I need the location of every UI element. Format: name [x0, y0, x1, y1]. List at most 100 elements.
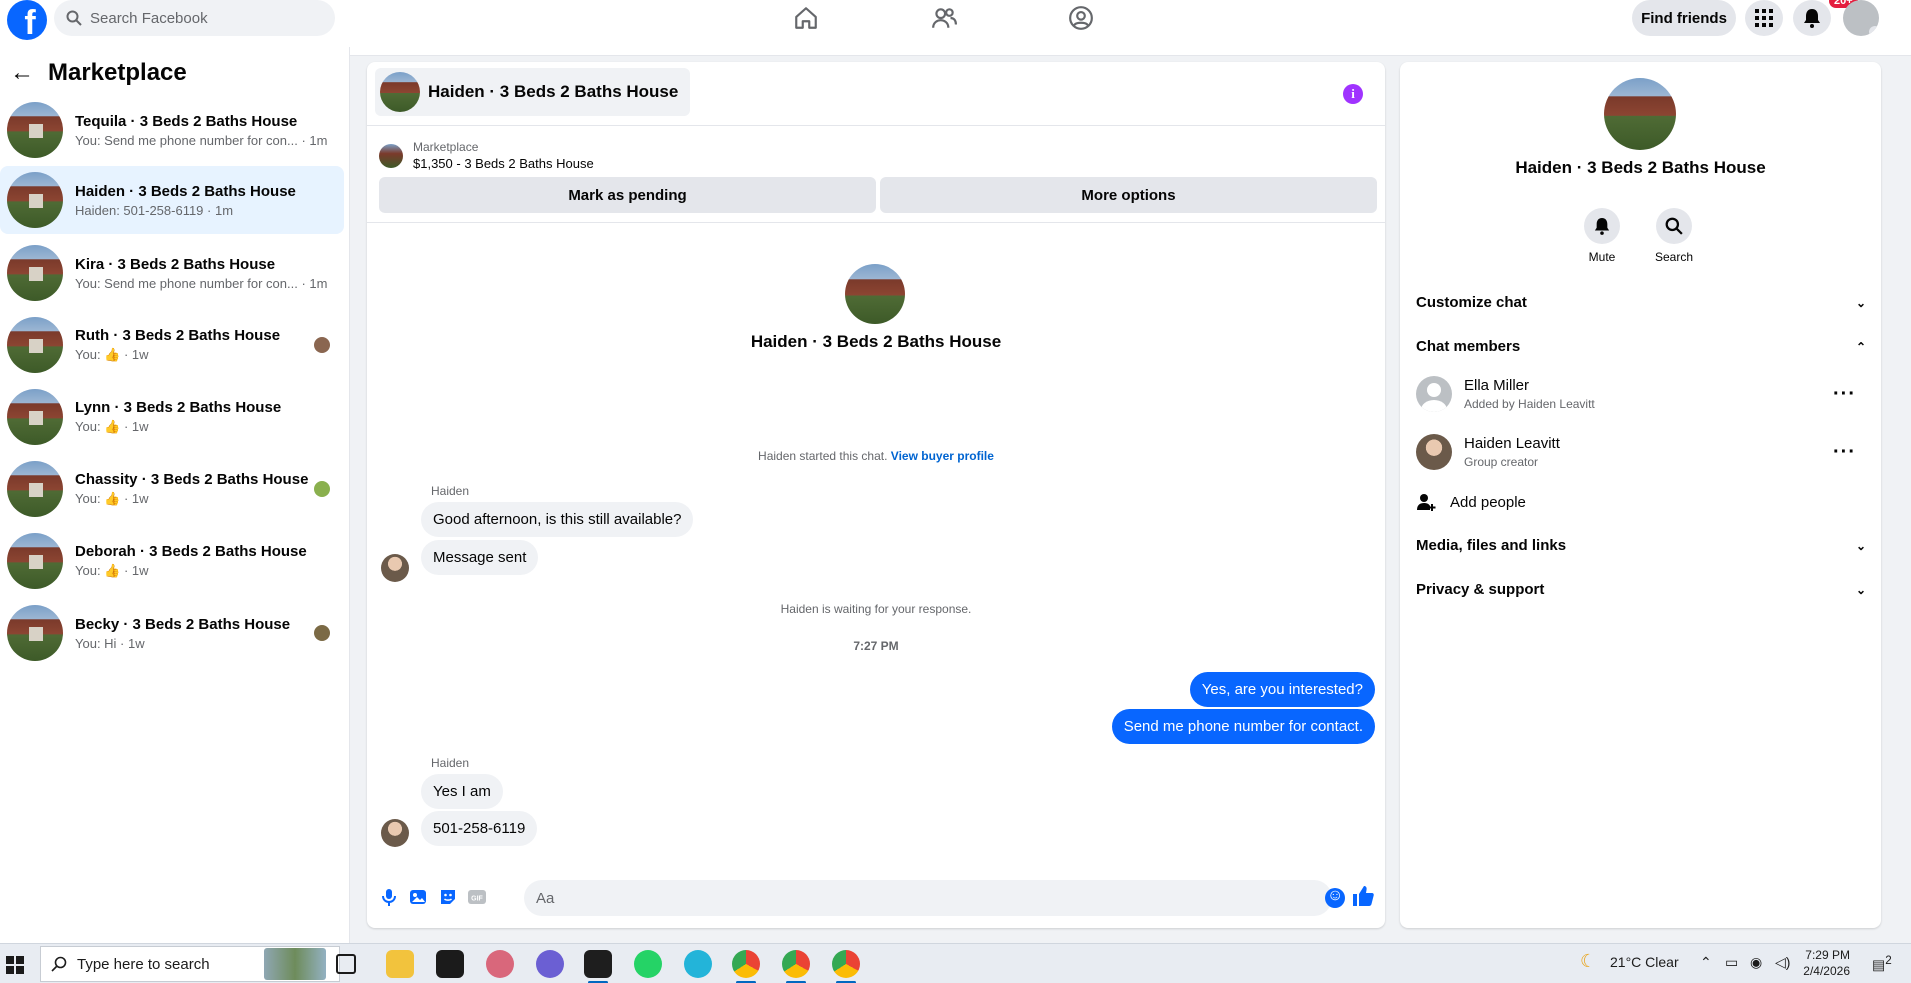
view-buyer-profile-link[interactable]: View buyer profile [891, 449, 994, 463]
listing-thumbnail [7, 533, 63, 589]
conversation-item[interactable]: Ruth · 3 Beds 2 Baths House You: 👍 · 1w [0, 311, 344, 379]
add-people-row[interactable]: Add people [1416, 492, 1866, 512]
menu-grid-icon[interactable] [1745, 0, 1783, 36]
chevron-down-icon: ⌄ [1855, 582, 1866, 597]
search-input[interactable]: Search Facebook [54, 0, 335, 36]
more-options-button[interactable]: More options [880, 177, 1377, 213]
thumbs-up-icon[interactable] [1351, 884, 1375, 908]
customize-chat-row[interactable]: Customize chat ⌄ [1416, 294, 1866, 311]
member-avatar [1416, 434, 1452, 470]
mute-button[interactable]: Mute [1572, 208, 1632, 264]
conversation-item-active[interactable]: Haiden · 3 Beds 2 Baths House Haiden: 501… [0, 166, 344, 234]
network-icon[interactable]: ▭ [1725, 954, 1738, 971]
search-icon [51, 956, 67, 972]
chat-header-thumbnail [380, 72, 420, 112]
more-options-icon[interactable]: ··· [1833, 441, 1856, 464]
conversation-name: Becky · 3 Beds 2 Baths House [75, 615, 291, 633]
sender-avatar[interactable] [381, 554, 409, 582]
conversation-item[interactable]: Tequila · 3 Beds 2 Baths House You: Send … [0, 96, 344, 164]
listing-label: Marketplace [413, 140, 479, 154]
notifications-bell-icon[interactable] [1793, 0, 1831, 36]
chevron-down-icon: ⌄ [1855, 538, 1866, 553]
member-item[interactable]: Haiden Leavitt Group creator ··· [1416, 434, 1866, 470]
chat-panel: Haiden · 3 Beds 2 Baths House i Marketpl… [367, 62, 1461, 928]
incoming-message[interactable]: Yes I am [421, 774, 503, 809]
conversation-item[interactable]: Kira · 3 Beds 2 Baths House You: Send me … [0, 239, 344, 307]
listing-thumbnail [7, 245, 63, 301]
facebook-logo[interactable]: f [7, 0, 47, 40]
conversation-name: Lynn · 3 Beds 2 Baths House [75, 399, 282, 416]
emoji-icon[interactable] [1325, 887, 1345, 908]
microphone-icon[interactable] [379, 887, 399, 907]
media-files-row[interactable]: Media, files and links ⌄ [1416, 537, 1866, 554]
app-icon[interactable] [486, 950, 514, 978]
waiting-notice: Haiden is waiting for your response. [780, 602, 972, 616]
whatsapp-icon[interactable] [634, 950, 662, 978]
conversation-name: Tequila · 3 Beds 2 Baths House [75, 112, 298, 130]
customize-chat-label: Customize chat [1416, 294, 1527, 311]
find-friends-button[interactable]: Find friends [1632, 0, 1736, 36]
wifi-icon[interactable]: ◉ [1750, 954, 1762, 971]
chrome-icon[interactable] [732, 950, 760, 983]
taskbar-search-placeholder: Type here to search [77, 955, 210, 973]
chrome-icon[interactable] [782, 950, 810, 983]
search-conversation-button[interactable]: Search [1644, 208, 1704, 264]
moon-weather-icon[interactable]: ☾ [1580, 951, 1596, 972]
member-item[interactable]: Ella Miller Added by Haiden Leavitt ··· [1416, 376, 1866, 412]
windows-start-icon[interactable] [6, 956, 24, 974]
conversation-item[interactable]: Lynn · 3 Beds 2 Baths House You: 👍 · 1w [0, 383, 344, 451]
incoming-message[interactable]: Message sent [421, 540, 539, 575]
listing-thumbnail [7, 102, 63, 158]
profile-circle-icon[interactable] [1063, 2, 1099, 34]
message-timestamp: 7:27 PM [853, 639, 899, 653]
listing-divider [367, 222, 1385, 223]
back-arrow-icon[interactable]: ← [10, 61, 34, 85]
member-role: Group creator [1464, 455, 1539, 469]
home-icon[interactable] [788, 2, 824, 34]
sticky-notes-icon[interactable] [584, 950, 612, 983]
incoming-message[interactable]: Good afternoon, is this still available? [421, 502, 694, 537]
chat-title-text: Haiden · 3 Beds 2 Baths House [428, 82, 679, 101]
conversation-name: Kira · 3 Beds 2 Baths House [75, 255, 276, 273]
file-explorer-icon[interactable] [386, 950, 414, 978]
conversation-item[interactable]: Deborah · 3 Beds 2 Baths House You: 👍 · 1… [0, 527, 344, 595]
details-thumbnail [1604, 78, 1676, 150]
privacy-support-label: Privacy & support [1416, 581, 1545, 598]
outgoing-message[interactable]: Yes, are you interested? [1189, 672, 1375, 707]
more-options-icon[interactable]: ··· [1833, 383, 1856, 406]
mark-as-pending-button[interactable]: Mark as pending [379, 177, 876, 213]
sender-avatar[interactable] [381, 819, 409, 847]
chevron-up-icon[interactable]: ⌃ [1700, 954, 1712, 971]
windows-taskbar: Type here to search ☾ 21°C Clear ⌃ ▭ ◉ ◁… [0, 943, 1911, 983]
conversation-item[interactable]: Becky · 3 Beds 2 Baths House You: Hi · 1w [0, 599, 344, 667]
privacy-support-row[interactable]: Privacy & support ⌄ [1416, 581, 1866, 598]
outgoing-message[interactable]: Send me phone number for contact. [1111, 709, 1375, 744]
capcut-icon[interactable] [436, 950, 464, 978]
listing-summary[interactable]: Marketplace $1,350 - 3 Beds 2 Baths Hous… [379, 140, 594, 171]
friends-icon[interactable] [926, 2, 962, 34]
account-avatar[interactable] [1843, 0, 1879, 36]
gif-icon[interactable]: GIF [467, 887, 487, 907]
search-highlight-image[interactable] [264, 948, 326, 980]
sticker-icon[interactable] [438, 887, 458, 907]
chrome-icon[interactable] [832, 950, 860, 983]
weather-text[interactable]: 21°C Clear [1610, 954, 1679, 970]
incoming-message[interactable]: 501-258-6119 [421, 811, 538, 846]
photo-icon[interactable] [408, 887, 428, 907]
message-input[interactable]: Aa [524, 880, 1332, 916]
listing-mini-thumbnail [379, 143, 403, 168]
notification-center-icon[interactable]: ▤2 [1872, 954, 1892, 974]
header-divider [367, 125, 1385, 126]
canva-icon[interactable] [684, 950, 712, 978]
chat-header-title[interactable]: Haiden · 3 Beds 2 Baths House [375, 68, 691, 116]
app-icon[interactable] [536, 950, 564, 978]
system-clock[interactable]: 7:29 PM 2/4/2026 [1790, 947, 1850, 979]
clock-time: 7:29 PM [1805, 948, 1850, 962]
volume-icon[interactable]: ◁) [1775, 954, 1790, 971]
chat-members-row[interactable]: Chat members ⌃ [1416, 338, 1866, 355]
chat-intro-thumbnail [845, 264, 905, 324]
task-view-icon[interactable] [336, 954, 356, 974]
search-icon [1665, 217, 1683, 235]
info-icon[interactable]: i [1343, 84, 1363, 104]
conversation-item[interactable]: Chassity · 3 Beds 2 Baths House You: 👍 · … [0, 455, 344, 523]
